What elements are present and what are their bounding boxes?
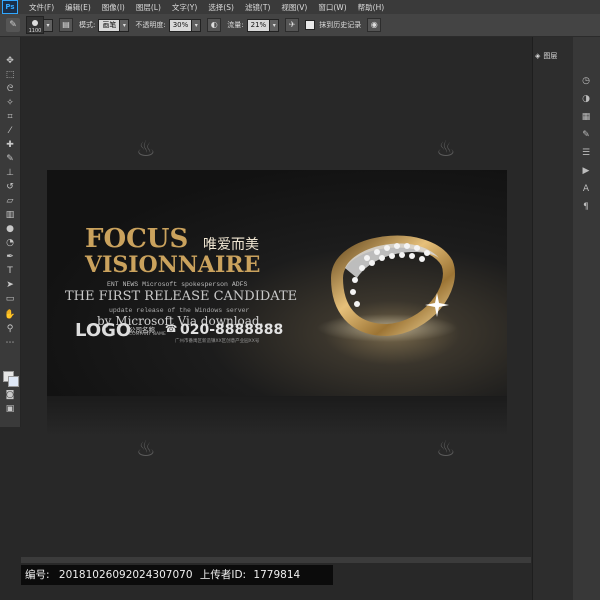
flow-field[interactable]: 21% xyxy=(246,18,271,32)
image-id-caption: 编号: 20181026092024307070 上传者ID: 1779814 xyxy=(21,565,333,585)
erase-to-history-checkbox[interactable] xyxy=(305,20,316,30)
brush-preset-picker[interactable]: 1100 xyxy=(26,16,44,34)
pressure-size-icon[interactable]: ◉ xyxy=(367,18,382,32)
layers-tab-label: 图层 xyxy=(543,51,558,60)
paragraph-panel-icon[interactable]: ¶ xyxy=(580,201,592,213)
menu-edit[interactable]: 编辑(E) xyxy=(65,2,91,13)
menu-filter[interactable]: 滤镜(T) xyxy=(245,2,270,13)
menu-type[interactable]: 文字(Y) xyxy=(172,2,197,13)
history-brush-tool-icon[interactable]: ↺ xyxy=(3,181,17,193)
dodge-tool-icon[interactable]: ◔ xyxy=(3,237,17,249)
panel-dock xyxy=(532,37,573,600)
rectangle-tool-icon[interactable]: ▭ xyxy=(3,293,17,305)
chevron-down-icon[interactable]: ▾ xyxy=(44,18,53,32)
address-text: 广州市番禺区新造镇XX区创意产业园XX号 xyxy=(175,339,260,344)
visionnaire-title: VISIONNAIRE xyxy=(85,252,261,278)
eyedropper-tool-icon[interactable]: ⁄ xyxy=(3,125,17,137)
actions-panel-icon[interactable]: ▶ xyxy=(580,165,592,177)
headline-text: THE FIRST RELEASE CANDIDATE xyxy=(65,289,298,304)
opacity-field[interactable]: 30% xyxy=(168,18,193,32)
path-selection-tool-icon[interactable]: ➤ xyxy=(3,279,17,291)
history-panel-icon[interactable]: ◷ xyxy=(580,75,592,87)
layers-icon: ◈ xyxy=(535,51,541,60)
menu-select[interactable]: 选择(S) xyxy=(208,2,234,13)
uploader-label: 上传者ID: xyxy=(199,569,247,581)
erase-to-history-label: 抹到历史记录 xyxy=(319,21,362,29)
hand-tool-icon[interactable]: ✋ xyxy=(3,309,17,321)
eraser-tool-icon[interactable]: ▱ xyxy=(3,195,17,207)
lasso-tool-icon[interactable]: ᘓ xyxy=(3,83,17,95)
id-label: 编号: xyxy=(25,569,50,581)
small-text-line: update release of the Windows server xyxy=(109,307,250,314)
move-tool-icon[interactable]: ✥ xyxy=(3,55,17,67)
menu-image[interactable]: 图像(I) xyxy=(102,2,125,13)
clone-stamp-tool-icon[interactable]: ⊥ xyxy=(3,167,17,179)
chinese-tagline: 唯爱而美 xyxy=(203,237,259,253)
brush-size-value: 1100 xyxy=(28,28,42,34)
small-text-line: ENT NEWS Microsoft spokesperson ADFS xyxy=(107,281,248,288)
menu-layer[interactable]: 图层(L) xyxy=(136,2,161,13)
id-value: 20181026092024307070 xyxy=(58,569,193,581)
brush-panel-icon[interactable]: ✎ xyxy=(580,129,592,141)
type-tool-icon[interactable]: T xyxy=(3,265,17,277)
adjustments-panel-icon[interactable]: ☰ xyxy=(580,147,592,159)
swatches-panel-icon[interactable]: ▦ xyxy=(580,111,592,123)
panel-icons-strip: ◷ ◑ ▦ ✎ ☰ ▶ A ¶ xyxy=(573,37,600,600)
pressure-opacity-icon[interactable]: ◐ xyxy=(207,18,222,32)
zoom-tool-icon[interactable]: ⚲ xyxy=(3,323,17,335)
background-color-swatch[interactable] xyxy=(8,376,19,387)
magic-wand-tool-icon[interactable]: ✧ xyxy=(3,97,17,109)
opacity-label: 不透明度: xyxy=(135,21,166,29)
banner-artwork: FOCUS 唯爱而美 VISIONNAIRE ENT NEWS Microsof… xyxy=(47,170,507,396)
mode-label: 模式: xyxy=(79,21,96,29)
more-tools-icon[interactable]: ⋯ xyxy=(3,337,17,349)
banner-reflection xyxy=(47,396,507,436)
screen-mode-icon[interactable]: ▣ xyxy=(3,403,17,415)
menu-view[interactable]: 视图(V) xyxy=(281,2,307,13)
options-bar: ✎ 1100 ▾ ▤ 模式: 画笔 ▾ 不透明度: 30% ▾ ◐ 流量: 21… xyxy=(0,14,600,37)
watermark-icon: ♨ xyxy=(436,437,456,462)
focus-title: FOCUS xyxy=(85,224,189,254)
watermark-icon: ♨ xyxy=(436,137,456,162)
phone-icon: ☎ xyxy=(165,324,178,335)
marquee-tool-icon[interactable]: ⬚ xyxy=(3,69,17,81)
pen-tool-icon[interactable]: ✒ xyxy=(3,251,17,263)
menu-file[interactable]: 文件(F) xyxy=(29,2,54,13)
company-name-en: COMPANY NAME xyxy=(129,332,166,337)
layers-panel-tab[interactable]: ◈ 图层 xyxy=(533,48,571,63)
horizontal-scrollbar[interactable] xyxy=(21,557,531,563)
color-panel-icon[interactable]: ◑ xyxy=(580,93,592,105)
character-panel-icon[interactable]: A xyxy=(580,183,592,195)
phone-number: 020-8888888 xyxy=(180,322,284,338)
logo-text: LOGO xyxy=(75,320,132,341)
blur-tool-icon[interactable]: ● xyxy=(3,223,17,235)
brush-panel-icon[interactable]: ▤ xyxy=(59,18,73,32)
watermark-icon: ♨ xyxy=(136,437,156,462)
chevron-down-icon[interactable]: ▾ xyxy=(192,18,202,32)
chevron-down-icon[interactable]: ▾ xyxy=(270,18,280,32)
flow-label: 流量: xyxy=(227,21,244,29)
menu-window[interactable]: 窗口(W) xyxy=(318,2,346,13)
history-brush-icon[interactable]: ✎ xyxy=(6,18,20,32)
photoshop-logo: Ps xyxy=(2,0,18,14)
gradient-tool-icon[interactable]: ▥ xyxy=(3,209,17,221)
menu-help[interactable]: 帮助(H) xyxy=(358,2,385,13)
tools-panel: ✥ ⬚ ᘓ ✧ ⌗ ⁄ ✚ ✎ ⊥ ↺ ▱ ▥ ● ◔ ✒ T ➤ ▭ ✋ ⚲ … xyxy=(0,37,21,427)
quick-mask-icon[interactable]: ◙ xyxy=(3,389,17,401)
uploader-value: 1779814 xyxy=(253,569,301,581)
ring-image xyxy=(317,235,457,342)
chevron-down-icon[interactable]: ▾ xyxy=(120,18,130,32)
crop-tool-icon[interactable]: ⌗ xyxy=(3,111,17,123)
menu-bar: Ps 文件(F) 编辑(E) 图像(I) 图层(L) 文字(Y) 选择(S) 滤… xyxy=(0,0,600,14)
healing-brush-tool-icon[interactable]: ✚ xyxy=(3,139,17,151)
mode-select[interactable]: 画笔 xyxy=(98,18,121,32)
brush-tool-icon[interactable]: ✎ xyxy=(3,153,17,165)
airbrush-icon[interactable]: ✈ xyxy=(285,18,300,32)
brush-tip-icon xyxy=(32,20,38,26)
watermark-icon: ♨ xyxy=(136,137,156,162)
